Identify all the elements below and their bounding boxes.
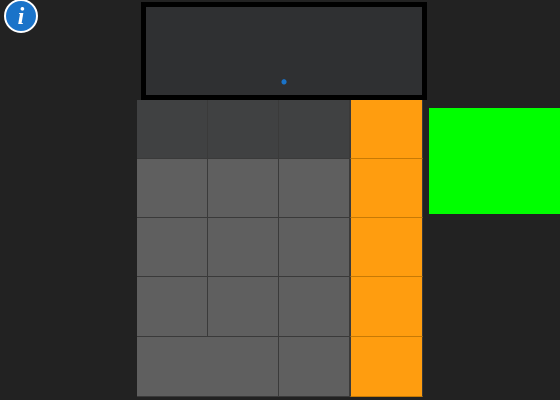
operator-key-4[interactable] — [350, 277, 423, 337]
operator-key-5[interactable] — [350, 337, 423, 397]
calculator-app: i • — [0, 0, 560, 400]
number-key-3[interactable] — [279, 159, 350, 218]
number-key-8[interactable] — [208, 277, 279, 337]
display-screen: • — [146, 7, 422, 95]
calculator-display: • — [141, 2, 427, 100]
operator-key-3[interactable] — [350, 218, 423, 277]
function-key-1[interactable] — [137, 100, 208, 159]
number-key-4[interactable] — [137, 218, 208, 277]
number-key-7[interactable] — [137, 277, 208, 337]
number-key-9[interactable] — [279, 277, 350, 337]
number-key-5[interactable] — [208, 218, 279, 277]
function-key-2[interactable] — [208, 100, 279, 159]
function-key-3[interactable] — [279, 100, 350, 159]
number-key-decimal[interactable] — [279, 337, 350, 397]
keypad — [137, 100, 423, 397]
number-key-wide[interactable] — [137, 337, 279, 397]
number-key-2[interactable] — [208, 159, 279, 218]
number-key-6[interactable] — [279, 218, 350, 277]
info-button[interactable]: i — [2, 0, 40, 34]
number-key-1[interactable] — [137, 159, 208, 218]
operator-key-2[interactable] — [350, 159, 423, 218]
info-icon: i — [4, 0, 38, 33]
info-icon-glyph: i — [18, 4, 25, 30]
operator-key-1[interactable] — [350, 100, 423, 159]
green-side-panel — [429, 108, 560, 214]
display-value: • — [280, 72, 288, 92]
